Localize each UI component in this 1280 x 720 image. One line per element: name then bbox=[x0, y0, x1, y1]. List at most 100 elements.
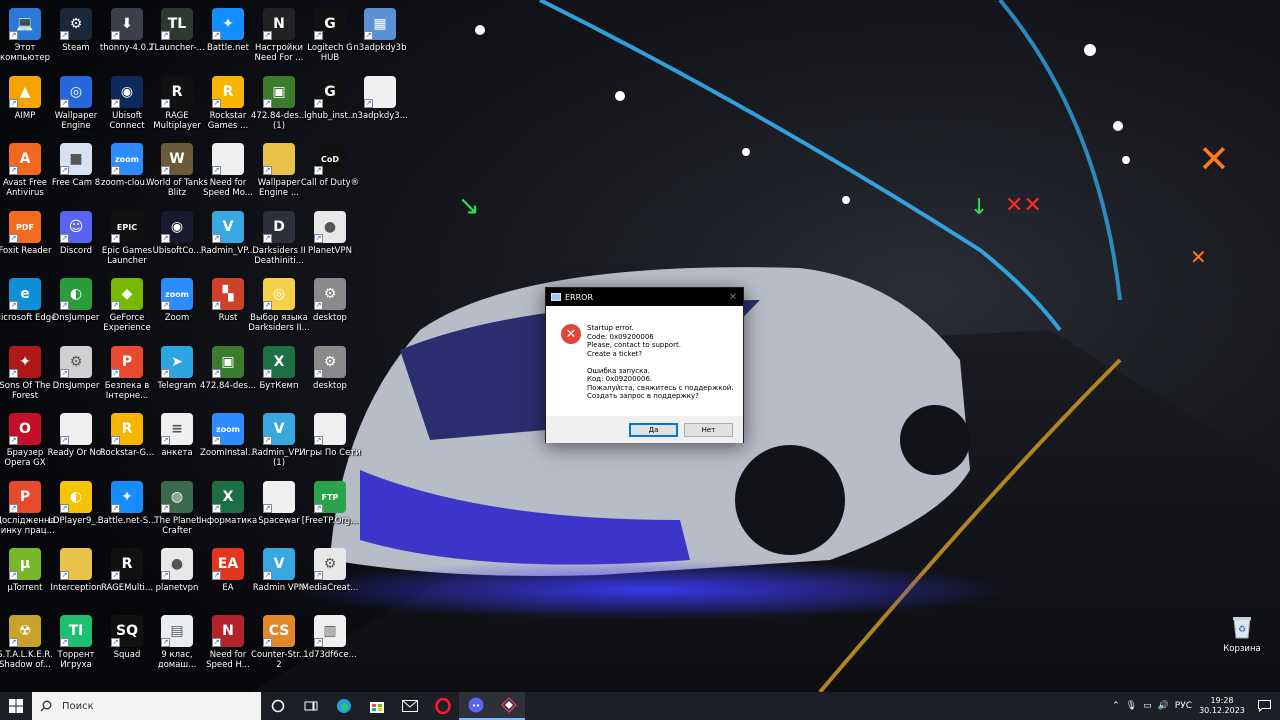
desktop-icon[interactable]: TL ↗ TLauncher-... bbox=[149, 4, 205, 68]
close-icon[interactable]: ✕ bbox=[723, 288, 743, 306]
desktop-icon[interactable]: ↗ Interception bbox=[50, 544, 102, 608]
desktop-icon[interactable]: N ↗ Настройки Need For ... bbox=[254, 4, 304, 68]
desktop-icon[interactable]: ▣ ↗ 472.84-des... (1) bbox=[251, 72, 307, 136]
desktop-icon[interactable]: ● ↗ PlanetVPN bbox=[305, 207, 355, 271]
desktop-icon[interactable]: D ↗ Darksiders II Deathiniti... bbox=[252, 207, 306, 271]
desktop-icon[interactable]: ↗ Ready Or Not bbox=[48, 409, 104, 473]
desktop-icon[interactable]: R ↗ Rockstar-G... bbox=[100, 409, 154, 473]
desktop-icon[interactable]: N ↗ Need for Speed H... bbox=[203, 611, 253, 675]
shortcut-arrow-icon: ↗ bbox=[212, 31, 221, 40]
desktop-icon[interactable]: ▣ ↗ 472.84-des... bbox=[200, 342, 256, 406]
desktop-icon[interactable]: R ↗ RAGE Multiplayer bbox=[152, 72, 202, 136]
desktop-icon[interactable]: W ↗ World of Tanks Blitz bbox=[146, 139, 208, 203]
desktop-icon[interactable]: ◎ ↗ Выбор языка Darksiders II... bbox=[248, 274, 310, 338]
desktop-icon[interactable]: ⚙ ↗ Steam bbox=[51, 4, 101, 68]
desktop-icon[interactable]: ☺ ↗ Discord bbox=[51, 207, 101, 271]
microphone-icon[interactable]: 🎙 bbox=[1126, 701, 1137, 711]
desktop-icon[interactable]: e↗Microsoft Edge bbox=[0, 274, 56, 338]
desktop-icon[interactable]: ☢ ↗ S.T.A.L.K.E.R. Shadow of... bbox=[0, 611, 53, 675]
desktop-icon[interactable]: µ ↗ µTorrent bbox=[0, 544, 50, 608]
desktop-icon[interactable]: G ↗ Logitech G HUB bbox=[305, 4, 355, 68]
task-view-icon[interactable] bbox=[294, 692, 327, 720]
start-button[interactable] bbox=[0, 692, 32, 720]
dialog-titlebar[interactable]: ERROR ✕ bbox=[546, 288, 743, 306]
desktop-icon[interactable]: ▚ ↗ Rust bbox=[203, 274, 253, 338]
notification-icon[interactable] bbox=[1252, 692, 1276, 720]
shortcut-arrow-icon: ↗ bbox=[9, 234, 18, 243]
desktop-icon[interactable]: ↗ n3adpkdy3... bbox=[352, 72, 408, 136]
discord-taskbar-icon[interactable] bbox=[459, 692, 492, 720]
desktop-icon[interactable]: X ↗ БутКемп bbox=[254, 342, 304, 406]
desktop-icon[interactable]: ▦ ↗ n3adpkdy3b bbox=[354, 4, 406, 68]
desktop-icon[interactable]: A ↗ Avast Free Antivirus bbox=[0, 139, 50, 203]
desktop-icon[interactable]: ⚙ ↗ DnsJumper bbox=[51, 342, 101, 406]
cortana-icon[interactable] bbox=[261, 692, 294, 720]
yes-button[interactable]: Да bbox=[629, 422, 678, 437]
volume-icon[interactable]: 🔊 bbox=[1158, 701, 1169, 711]
desktop-icon[interactable]: ■ ↗ Free Cam 8 bbox=[51, 139, 101, 203]
store-taskbar-icon[interactable] bbox=[360, 692, 393, 720]
desktop-icon[interactable]: ✦ ↗ Battle.net bbox=[203, 4, 253, 68]
dialog-message: Startup error. Code: 0x09200006 Please, … bbox=[587, 324, 739, 401]
desktop-icon[interactable]: ◐ ↗ LDPlayer9_... bbox=[48, 477, 104, 541]
desktop-icon[interactable]: CoD ↗ Call of Duty® bbox=[301, 139, 359, 203]
edge-taskbar-icon[interactable] bbox=[327, 692, 360, 720]
desktop-icon[interactable]: ⚙ ↗ MediaCreat... bbox=[302, 544, 358, 608]
desktop-icon[interactable]: PDF ↗ Foxit Reader bbox=[0, 207, 52, 271]
desktop-icon[interactable]: ◉ ↗ UbisoftCo... bbox=[152, 207, 202, 271]
shortcut-arrow-icon: ↗ bbox=[263, 436, 272, 445]
desktop-icon[interactable]: V ↗ Radmin_VP... (1) bbox=[252, 409, 306, 473]
language-indicator[interactable]: РУС bbox=[1175, 701, 1192, 711]
desktop-icon[interactable]: ⚙ ↗ desktop bbox=[305, 274, 355, 338]
desktop-icon[interactable]: ↗ Wallpaper Engine ... bbox=[254, 139, 304, 203]
desktop-icon[interactable]: 💻 ↗ Этот компьютер bbox=[0, 4, 50, 68]
desktop-icon[interactable]: O ↗ Браузер Opera GX bbox=[0, 409, 50, 473]
opera-taskbar-icon[interactable] bbox=[426, 692, 459, 720]
desktop-icon[interactable]: ▲ ↗ AIMP bbox=[0, 72, 50, 136]
recycle-bin[interactable]: ♻ Корзина bbox=[1220, 610, 1264, 662]
desktop-icon[interactable]: EA ↗ EA bbox=[203, 544, 253, 608]
desktop-icon[interactable]: X ↗ Інформатика bbox=[199, 477, 257, 541]
desktop-icon[interactable]: ◐ ↗ DnsJumper bbox=[51, 274, 101, 338]
desktop-icon[interactable]: CS ↗ Counter-Str... 2 bbox=[251, 611, 307, 675]
search-placeholder: Поиск bbox=[62, 700, 94, 712]
taskbar-search[interactable]: Поиск bbox=[32, 692, 261, 720]
desktop-icon[interactable]: ▤ ↗ 9 клас, домаш... bbox=[152, 611, 202, 675]
desktop-icon[interactable]: ≡ ↗ анкета bbox=[152, 409, 202, 473]
mail-taskbar-icon[interactable] bbox=[393, 692, 426, 720]
desktop-icon[interactable]: ▥ ↗ 1d73df6ce... bbox=[303, 611, 357, 675]
desktop-icon[interactable]: V ↗ Radmin VPN bbox=[253, 544, 305, 608]
desktop-icon[interactable]: ✦ ↗ Sons Of The Forest bbox=[0, 342, 51, 406]
message-line: Code: 0x09200006 bbox=[587, 332, 654, 341]
desktop-icon[interactable]: ↗ Need for Speed Mo... bbox=[203, 139, 253, 203]
desktop-icon[interactable]: P ↗ Безпека в Інтерне... bbox=[102, 342, 152, 406]
desktop-icon[interactable]: G ↗ lghub_inst... bbox=[304, 72, 356, 136]
desktop-icon[interactable]: ◆ ↗ GeForce Experience bbox=[102, 274, 152, 338]
desktop-icon[interactable]: ● ↗ planetvpn bbox=[152, 544, 202, 608]
desktop-icon[interactable]: ↗ Spacewar bbox=[254, 477, 304, 541]
desktop-icon[interactable]: P ↗ Дослідження ринку прац... bbox=[0, 477, 55, 541]
desktop-icon[interactable]: V ↗ Radmin_VP... bbox=[201, 207, 255, 271]
desktop-icon[interactable]: ➤ ↗ Telegram bbox=[152, 342, 202, 406]
desktop-icon[interactable]: FTP ↗ [FreeTP.Org... bbox=[302, 477, 358, 541]
desktop-icon[interactable]: zoom ↗ Zoom bbox=[152, 274, 202, 338]
desktop-icon[interactable]: zoom ↗ ZoomInstal... bbox=[200, 409, 256, 473]
desktop-icon[interactable]: ⚙ ↗ desktop bbox=[305, 342, 355, 406]
shortcut-arrow-icon: ↗ bbox=[161, 234, 170, 243]
desktop-icon[interactable]: TI ↗ Торрент Игруха bbox=[51, 611, 101, 675]
desktop-icon[interactable]: ⬇ ↗ thonny-4.0.2 bbox=[100, 4, 154, 68]
shortcut-arrow-icon: ↗ bbox=[111, 571, 120, 580]
desktop-icon[interactable]: ↗ Игры По Сети bbox=[299, 409, 361, 473]
network-icon[interactable]: ▭ bbox=[1143, 701, 1152, 711]
no-button[interactable]: Нет bbox=[684, 422, 733, 437]
chevron-up-icon[interactable]: ⌃ bbox=[1112, 701, 1120, 711]
desktop-icon[interactable]: R ↗ Rockstar Games ... bbox=[203, 72, 253, 136]
message-line: Пожалуйста, свяжитесь с поддержкой. bbox=[587, 383, 734, 392]
clock[interactable]: 19:28 30.12.2023 bbox=[1198, 696, 1246, 716]
desktop-icon[interactable]: EPIC ↗ Epic Games Launcher bbox=[102, 207, 152, 271]
shortcut-arrow-icon: ↗ bbox=[212, 166, 221, 175]
desktop-icon[interactable]: R ↗ RAGEMulti... bbox=[101, 544, 153, 608]
game-launcher-taskbar-icon[interactable] bbox=[492, 692, 525, 720]
desktop-icon[interactable]: ◎ ↗ Wallpaper Engine bbox=[51, 72, 101, 136]
desktop-icon[interactable]: ◍ ↗ The Planet Crafter bbox=[152, 477, 202, 541]
